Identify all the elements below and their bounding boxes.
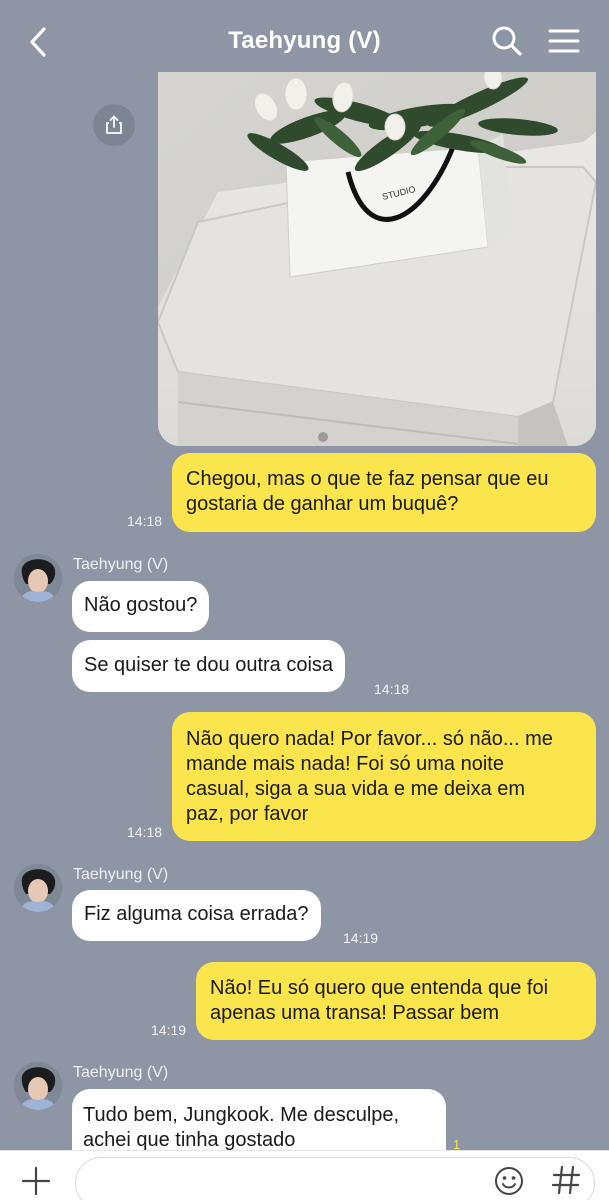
flower-bouquet-photo: STUDIO — [158, 72, 596, 446]
their-message-bubble[interactable]: Se quiser te dou outra coisa — [72, 640, 346, 692]
hamburger-menu-icon — [548, 29, 580, 53]
attach-button[interactable] — [20, 1165, 52, 1197]
message-time: 14:18 — [127, 824, 163, 840]
avatar-image — [14, 554, 62, 602]
plus-icon — [21, 1166, 51, 1196]
emoji-button[interactable] — [493, 1165, 525, 1197]
hashtag-button[interactable] — [550, 1163, 582, 1197]
sender-name: Taehyung (V) — [73, 556, 169, 573]
share-icon — [106, 115, 122, 134]
avatar[interactable] — [14, 864, 62, 912]
menu-button[interactable] — [547, 26, 581, 56]
search-icon — [492, 26, 522, 56]
message-time: 14:19 — [151, 1022, 187, 1038]
avatar[interactable] — [14, 1062, 62, 1110]
my-message-bubble[interactable]: Não! Eu só quero que entenda que foi ape… — [196, 962, 596, 1040]
their-message-bubble[interactable]: Não gostou? — [72, 581, 210, 632]
sender-name: Taehyung (V) — [73, 866, 169, 883]
message-input-bar — [0, 1150, 609, 1200]
avatar-image — [14, 864, 62, 912]
search-button[interactable] — [490, 24, 524, 58]
avatar[interactable] — [14, 554, 62, 602]
emoji-icon — [495, 1167, 523, 1195]
hashtag-icon — [551, 1165, 581, 1195]
sender-name: Taehyung (V) — [73, 1064, 169, 1081]
my-message-bubble[interactable]: Não quero nada! Por favor... só não... m… — [172, 712, 596, 841]
share-button[interactable] — [93, 104, 135, 146]
message-time: 14:18 — [127, 513, 163, 529]
message-time: 14:19 — [343, 930, 379, 946]
message-time: 14:18 — [374, 681, 410, 697]
my-message-bubble[interactable]: Chegou, mas o que te faz pensar que eu g… — [172, 453, 596, 532]
their-message-bubble[interactable]: Fiz alguma coisa errada? — [72, 890, 321, 941]
avatar-image — [14, 1062, 62, 1110]
photo-message[interactable]: STUDIO — [158, 72, 596, 446]
